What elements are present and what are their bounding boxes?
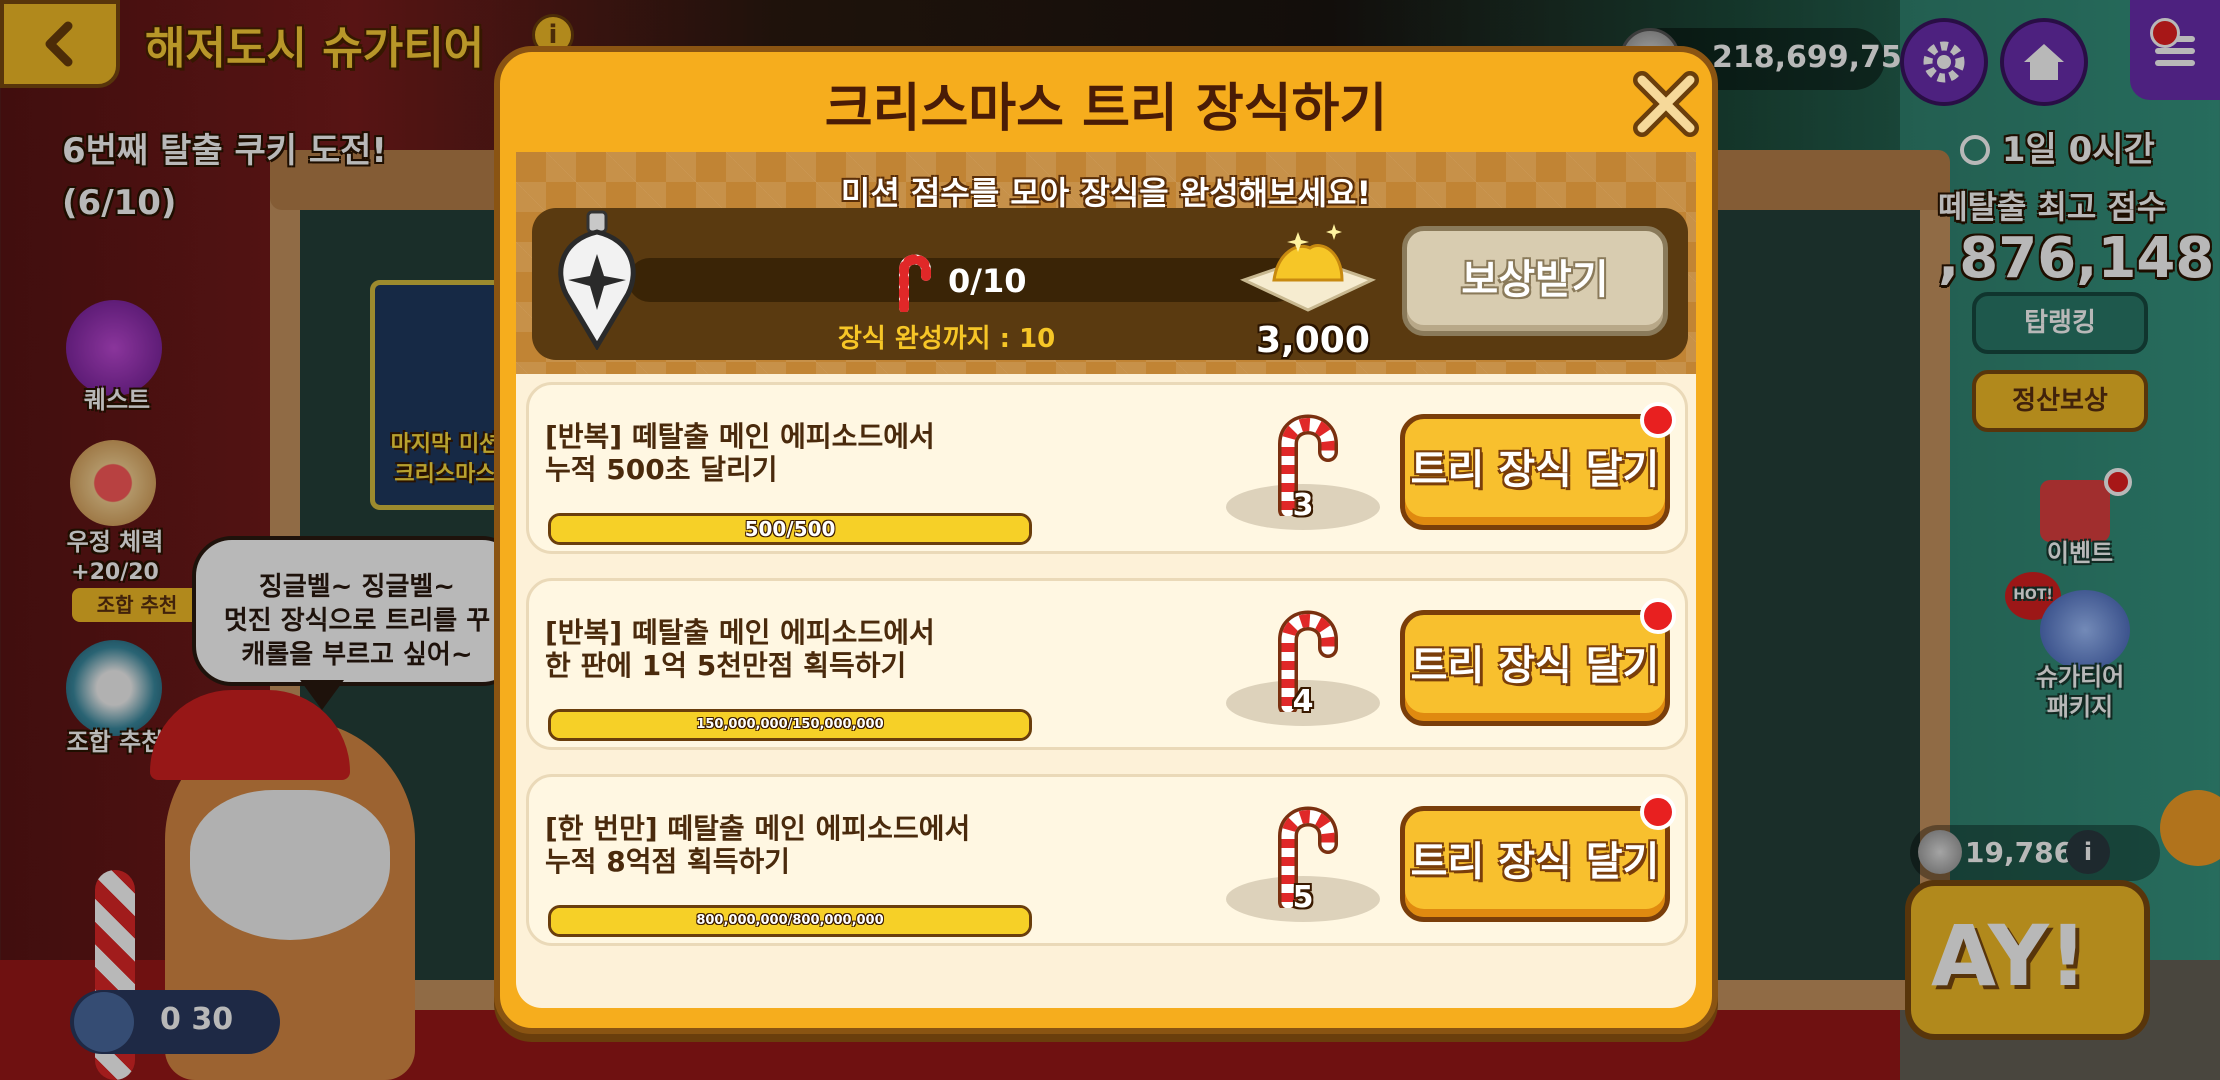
mission-line: 한 판에 1억 5천만점 획득하기 <box>545 649 907 682</box>
mission-description: [반복] 떼탈출 메인 에피소드에서 한 판에 1억 5천만점 획득하기 <box>545 616 935 682</box>
claim-reward-button[interactable]: 보상받기 <box>1402 226 1668 336</box>
mission-progress-label: 150,000,000/150,000,000 <box>696 717 884 732</box>
mission-progress-label: 500/500 <box>744 517 836 541</box>
mission-progress-bar: 800,000,000/800,000,000 <box>548 905 1032 937</box>
reward-value: 3,000 <box>1256 320 1370 361</box>
mission-progress-label: 800,000,000/800,000,000 <box>696 913 884 928</box>
gold-coin-pile-icon <box>1240 224 1376 312</box>
decoration-remaining: 장식 완성까지 : 10 <box>838 324 1056 354</box>
decorate-tree-button[interactable]: 트리 장식 달기 <box>1400 414 1670 530</box>
decorate-tree-button[interactable]: 트리 장식 달기 <box>1400 610 1670 726</box>
dialog-title: 크리스마스 트리 장식하기 <box>824 79 1388 139</box>
cane-reward-count: 4 <box>1292 684 1314 719</box>
decoration-progress-label: 0/10 <box>948 262 1027 300</box>
mission-description: [반복] 떼탈출 메인 에피소드에서 누적 500초 달리기 <box>545 420 935 486</box>
mission-progress-bar: 150,000,000/150,000,000 <box>548 709 1032 741</box>
mission-description: [한 번만] 떼탈출 메인 에피소드에서 누적 8억점 획득하기 <box>545 812 970 878</box>
notification-dot <box>1640 402 1676 438</box>
mission-line: 누적 500초 달리기 <box>545 453 778 486</box>
notification-dot <box>1640 794 1676 830</box>
mission-line: [한 번만] 떼탈출 메인 에피소드에서 <box>545 812 971 845</box>
decorate-tree-button[interactable]: 트리 장식 달기 <box>1400 806 1670 922</box>
cane-reward-count: 5 <box>1292 880 1314 915</box>
close-icon[interactable] <box>1628 66 1704 142</box>
candy-cane-icon <box>899 254 931 312</box>
mission-line: [반복] 떼탈출 메인 에피소드에서 <box>545 616 935 649</box>
ornament-icon <box>558 210 636 350</box>
mission-progress-bar: 500/500 <box>548 513 1032 545</box>
mission-line: [반복] 떼탈출 메인 에피소드에서 <box>545 420 935 453</box>
notification-dot <box>1640 598 1676 634</box>
mission-line: 누적 8억점 획득하기 <box>545 845 791 878</box>
cane-reward-count: 3 <box>1292 488 1314 523</box>
